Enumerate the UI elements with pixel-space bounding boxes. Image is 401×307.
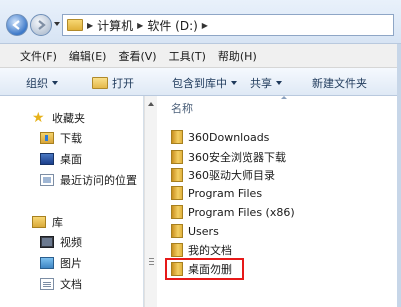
open-folder-icon [92,77,108,89]
nav-recent-places[interactable]: 最近访问的位置 [40,172,137,188]
back-button[interactable] [6,14,28,36]
list-item-label: Users [188,224,219,238]
menu-file[interactable]: 文件(F) [20,48,57,64]
include-library-label: 包含到库中 [172,77,227,90]
chevron-down-icon [52,81,58,85]
menu-help[interactable]: 帮助(H) [218,48,257,64]
menu-tools[interactable]: 工具(T) [169,48,206,64]
breadcrumb-separator-icon[interactable]: ▶ [87,21,93,30]
organize-button[interactable]: 组织 [26,75,58,91]
list-item-label: 桌面勿删 [188,263,232,276]
list-item-label: Program Files (x86) [188,205,295,219]
open-label: 打开 [112,77,134,90]
list-item[interactable]: 360安全浏览器下载 [171,149,286,165]
list-item[interactable]: Program Files [171,186,262,200]
nav-desktop-label: 桌面 [60,153,82,166]
navigation-pane: ★ 收藏夹 下载 桌面 最近访问的位置 库 视频 图片 文档 [0,96,144,307]
folder-icon [171,262,183,276]
address-bar[interactable]: ▶ 计算机 ▶ 软件 (D:) ▶ [62,14,394,36]
scroll-up-icon[interactable] [148,102,154,106]
organize-label: 组织 [26,77,48,90]
nav-downloads[interactable]: 下载 [40,130,82,146]
star-icon: ★ [32,110,45,126]
include-in-library-button[interactable]: 包含到库中 [172,75,237,91]
list-item[interactable]: Program Files (x86) [171,205,295,219]
folder-icon [171,224,183,238]
nav-library-label: 库 [52,216,63,229]
nav-recent-label: 最近访问的位置 [60,174,137,187]
picture-icon [40,257,54,269]
drive-icon [67,19,83,31]
new-folder-button[interactable]: 新建文件夹 [312,75,367,91]
library-icon [32,216,46,228]
address-area: ▶ 计算机 ▶ 软件 (D:) ▶ [0,0,401,44]
nav-documents-label: 文档 [60,278,82,291]
nav-downloads-label: 下载 [60,132,82,145]
list-item-selected[interactable]: 桌面勿删 [165,258,244,280]
nav-documents[interactable]: 文档 [40,276,82,292]
folder-icon [171,130,183,144]
folder-icon [171,186,183,200]
list-item-label: 我的文档 [188,244,232,257]
new-folder-label: 新建文件夹 [312,77,367,90]
nav-pictures[interactable]: 图片 [40,255,82,271]
breadcrumb-computer[interactable]: 计算机 [97,17,133,34]
folder-icon [171,168,183,182]
command-toolbar: 组织 打开 包含到库中 共享 新建文件夹 [0,68,401,96]
nav-desktop[interactable]: 桌面 [40,151,82,167]
navigation-scrollbar[interactable] [144,96,157,307]
breadcrumb-separator-icon[interactable]: ▶ [202,21,208,30]
chevron-down-icon [276,81,282,85]
menu-edit[interactable]: 编辑(E) [69,48,107,64]
recent-pages-dropdown[interactable] [54,22,60,26]
arrow-right-icon [38,20,46,30]
list-item[interactable]: Users [171,224,219,238]
folder-icon [171,205,183,219]
documents-folder-icon [171,243,183,257]
file-list-pane: 名称 360Downloads 360安全浏览器下载 360驱动大师目录 Pro… [157,96,401,307]
list-item[interactable]: 360驱动大师目录 [171,167,275,183]
forward-button[interactable] [30,14,52,36]
menu-bar: 文件(F) 编辑(E) 查看(V) 工具(T) 帮助(H) [0,44,401,68]
breadcrumb-separator-icon[interactable]: ▶ [137,21,143,30]
scroll-grip-icon[interactable] [149,258,154,265]
sort-ascending-icon [281,96,287,99]
download-folder-icon [40,132,54,144]
menu-view[interactable]: 查看(V) [118,48,156,64]
recent-places-icon [40,174,54,186]
arrow-left-icon [12,20,20,30]
window-frame [397,44,401,307]
desktop-icon [40,153,54,165]
list-item-label: 360安全浏览器下载 [188,151,286,164]
nav-videos[interactable]: 视频 [40,234,82,250]
share-button[interactable]: 共享 [250,75,282,91]
list-item-label: 360驱动大师目录 [188,169,275,182]
nav-videos-label: 视频 [60,236,82,249]
list-item-label: Program Files [188,186,263,200]
list-item[interactable]: 360Downloads [171,130,269,144]
document-icon [40,278,54,290]
list-item-label: 360Downloads [188,130,270,144]
chevron-down-icon [231,81,237,85]
list-item[interactable]: 我的文档 [171,242,232,258]
breadcrumb-drive-d[interactable]: 软件 (D:) [147,17,197,34]
folder-icon [171,150,183,164]
nav-favorites[interactable]: ★ 收藏夹 [32,110,85,126]
nav-favorites-label: 收藏夹 [52,112,85,125]
nav-pictures-label: 图片 [60,257,82,270]
share-label: 共享 [250,77,272,90]
column-header-name[interactable]: 名称 [171,100,193,116]
video-icon [40,236,54,248]
open-button[interactable]: 打开 [92,75,134,91]
nav-libraries[interactable]: 库 [32,214,63,230]
